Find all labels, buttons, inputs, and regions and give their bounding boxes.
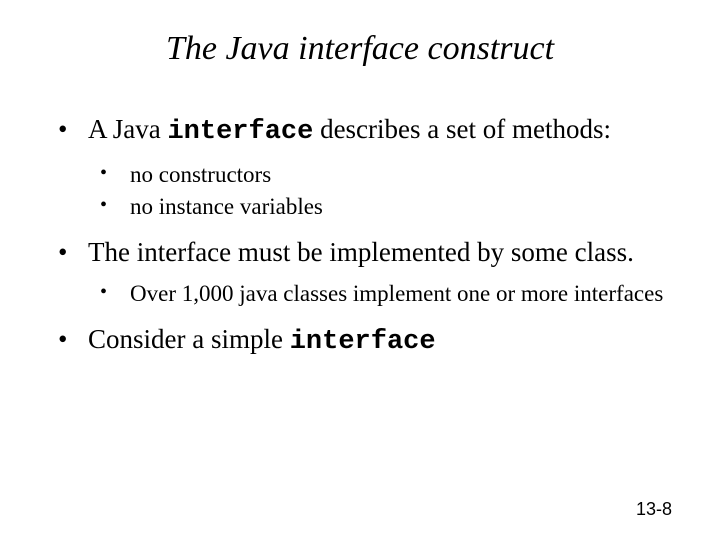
sub-bullet-item: Over 1,000 java classes implement one or… <box>88 279 670 309</box>
page-number: 13-8 <box>636 499 672 520</box>
sub-bullet-list: Over 1,000 java classes implement one or… <box>88 279 670 309</box>
bullet-item: The interface must be implemented by som… <box>50 236 670 310</box>
slide-title: The Java interface construct <box>50 30 670 68</box>
code-keyword: interface <box>290 327 436 357</box>
bullet-item: A Java interface describes a set of meth… <box>50 113 670 222</box>
bullet-text: A Java <box>88 114 167 144</box>
bullet-text: The interface must be implemented by som… <box>88 237 634 267</box>
bullet-text: Consider a simple <box>88 324 290 354</box>
code-keyword: interface <box>167 117 313 147</box>
sub-bullet-item: no instance variables <box>88 192 670 222</box>
bullet-text: describes a set of methods: <box>313 114 611 144</box>
sub-bullet-list: no constructors no instance variables <box>88 160 670 222</box>
bullet-item: Consider a simple interface <box>50 323 670 360</box>
sub-bullet-item: no constructors <box>88 160 670 190</box>
bullet-list: A Java interface describes a set of meth… <box>50 113 670 360</box>
